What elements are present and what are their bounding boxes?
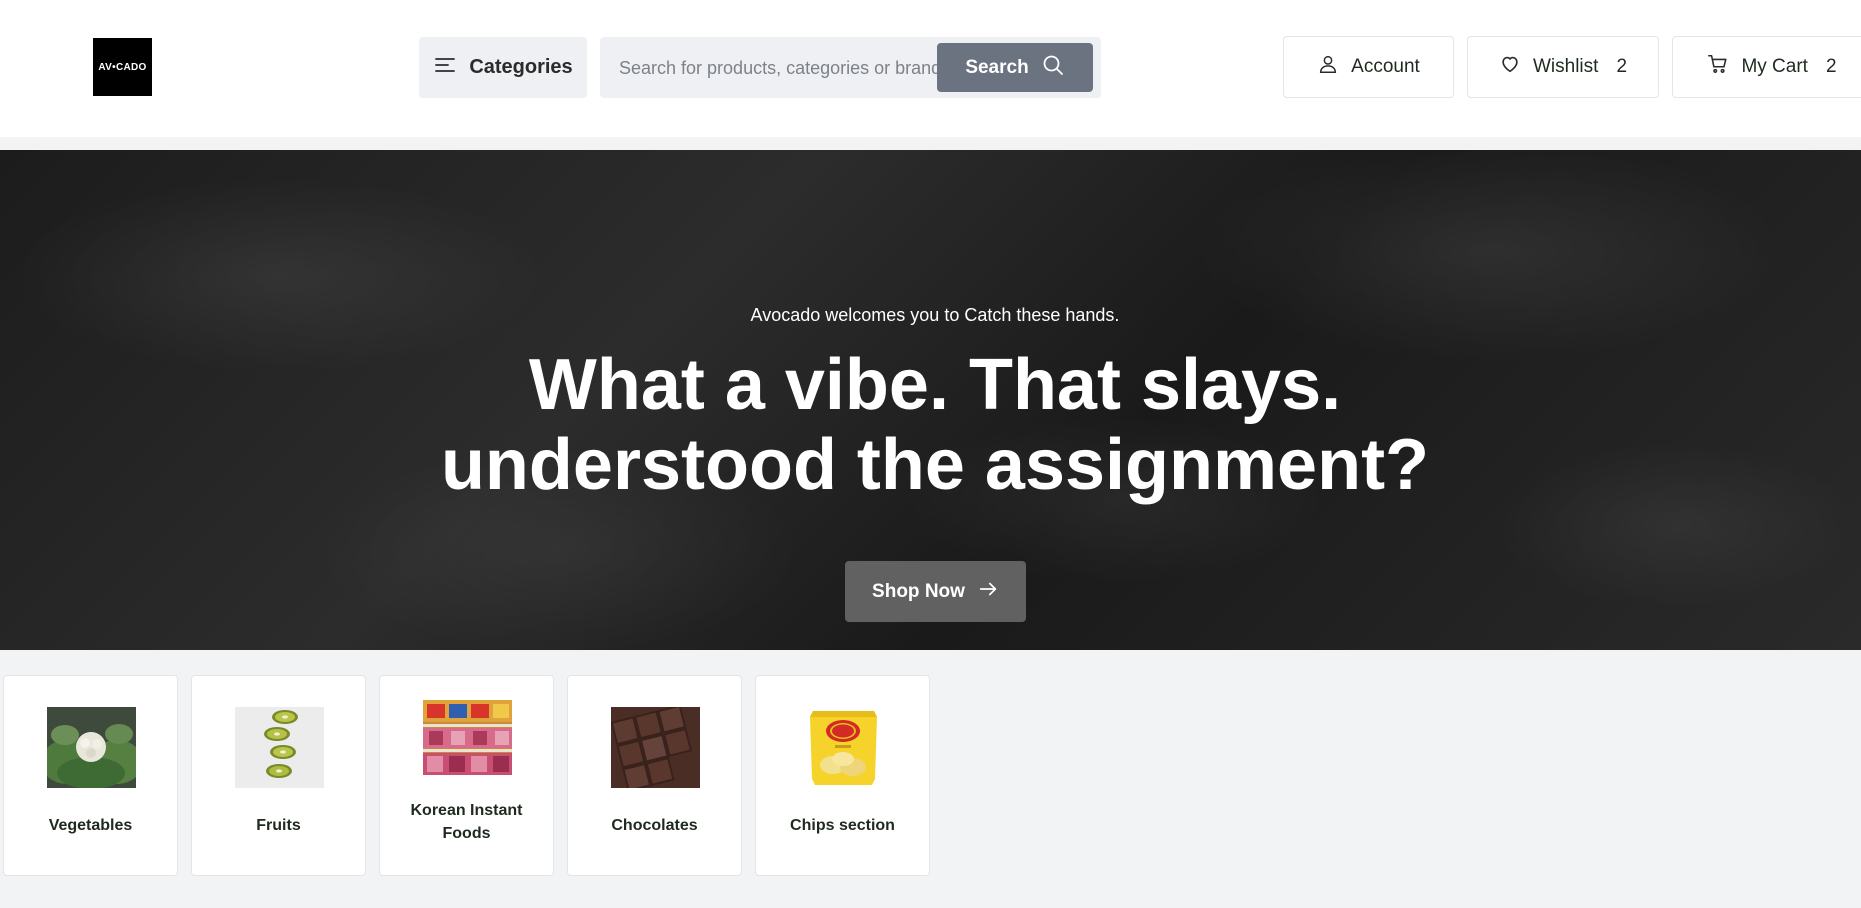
wishlist-button[interactable]: Wishlist 2 — [1467, 36, 1659, 98]
user-icon — [1317, 53, 1339, 81]
cart-label: My Cart — [1741, 56, 1808, 77]
shop-now-button[interactable]: Shop Now — [845, 561, 1026, 622]
heart-icon — [1499, 53, 1521, 81]
account-label: Account — [1351, 56, 1420, 77]
site-logo[interactable]: AV•CADO — [93, 38, 152, 96]
hero-title-line-2: understood the assignment? — [440, 425, 1430, 505]
category-label: Vegetables — [48, 817, 133, 834]
search-button-label: Search — [965, 56, 1029, 78]
arrow-right-icon — [977, 578, 999, 606]
hero-title: What a vibe. That slays. understood the … — [0, 345, 1861, 505]
korean-instant-foods-image — [423, 700, 512, 775]
category-label: Fruits — [256, 817, 301, 834]
fruits-image — [235, 707, 324, 788]
category-label: Chocolates — [611, 817, 698, 834]
search-icon — [1041, 53, 1065, 83]
account-button[interactable]: Account — [1283, 36, 1454, 98]
search-input[interactable] — [619, 51, 939, 85]
cart-count: 2 — [1825, 56, 1837, 77]
chips-image — [799, 707, 888, 788]
cart-button[interactable]: My Cart 2 — [1672, 36, 1861, 98]
wishlist-label: Wishlist — [1532, 56, 1599, 77]
chocolates-image — [611, 707, 700, 788]
category-label: Chips section — [790, 817, 895, 834]
vegetables-image — [47, 707, 136, 788]
search-button[interactable]: Search — [937, 43, 1093, 92]
shop-now-label: Shop Now — [872, 580, 965, 602]
category-card-korean-instant-foods[interactable]: Korean Instant Foods — [379, 675, 554, 876]
logo-text: AV•CADO — [98, 61, 147, 73]
hero-banner: Avocado welcomes you to Catch these hand… — [0, 150, 1861, 650]
hero-subtitle: Avocado welcomes you to Catch these hand… — [750, 305, 1120, 325]
categories-label: Categories — [469, 56, 573, 78]
search-bar: Search — [600, 37, 1101, 98]
hero-title-line-1: What a vibe. That slays. — [528, 345, 1342, 425]
wishlist-count: 2 — [1616, 56, 1628, 77]
cart-icon — [1707, 53, 1729, 81]
category-card-vegetables[interactable]: Vegetables — [3, 675, 178, 876]
category-label: Korean Instant Foods — [410, 802, 523, 842]
category-card-chocolates[interactable]: Chocolates — [567, 675, 742, 876]
category-card-fruits[interactable]: Fruits — [191, 675, 366, 876]
menu-icon — [433, 53, 457, 83]
categories-button[interactable]: Categories — [419, 37, 587, 98]
category-card-chips[interactable]: Chips section — [755, 675, 930, 876]
site-header: AV•CADO Categories Search Account — [0, 0, 1861, 137]
